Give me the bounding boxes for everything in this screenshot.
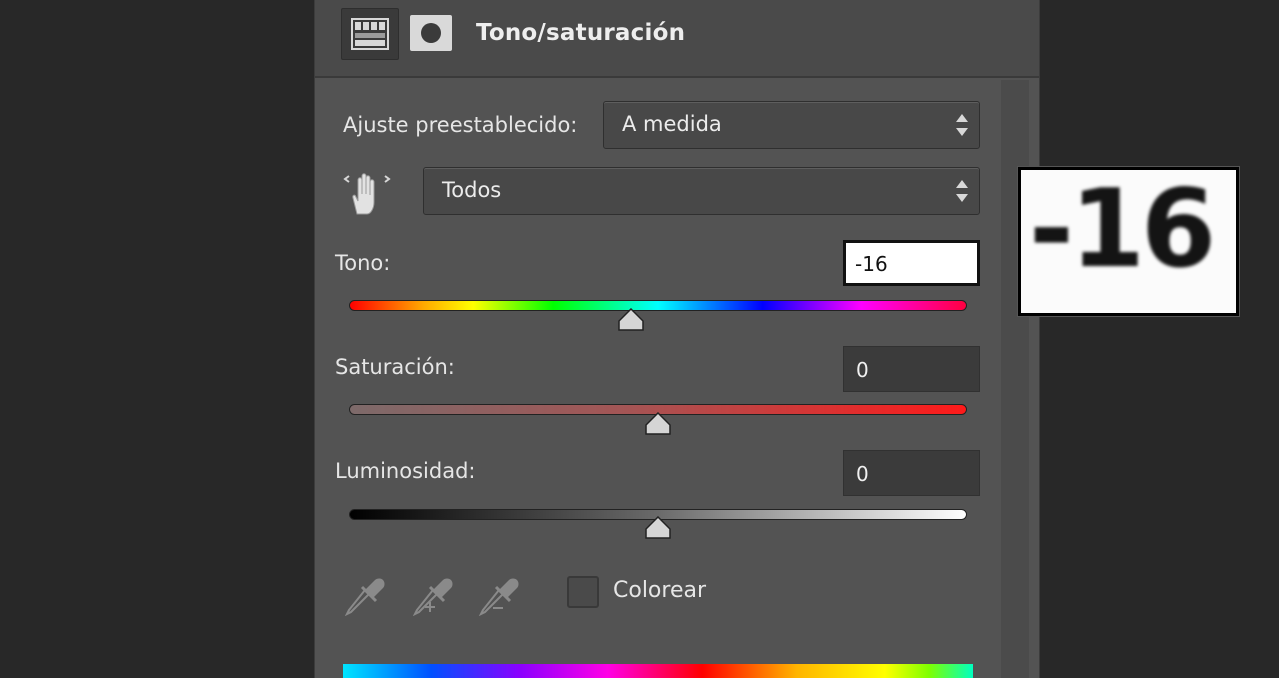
channel-select[interactable]: Todos bbox=[423, 167, 980, 215]
eyedropper-icon[interactable] bbox=[343, 570, 387, 616]
color-range-bar bbox=[343, 664, 973, 678]
layer-mask-icon[interactable] bbox=[409, 14, 453, 52]
hue-slider-track[interactable] bbox=[349, 300, 967, 311]
colorize-checkbox[interactable] bbox=[567, 576, 599, 608]
saturation-slider-thumb[interactable] bbox=[644, 412, 672, 436]
panel-title: Tono/saturación bbox=[476, 20, 686, 46]
zoomed-value-text: -16 bbox=[1029, 167, 1216, 292]
eyedropper-add-icon[interactable] bbox=[411, 570, 455, 616]
select-arrows-icon bbox=[956, 114, 968, 136]
select-arrows-icon bbox=[956, 180, 968, 202]
zoomed-value-callout: -16 bbox=[1017, 166, 1240, 317]
lightness-label: Luminosidad: bbox=[335, 459, 476, 483]
saturation-label: Saturación: bbox=[335, 355, 455, 379]
hue-input[interactable]: -16 bbox=[843, 240, 980, 286]
hue-label: Tono: bbox=[335, 251, 391, 275]
hue-slider-thumb[interactable] bbox=[617, 308, 645, 332]
colorize-label[interactable]: Colorear bbox=[613, 578, 706, 603]
saturation-input[interactable]: 0 bbox=[843, 346, 980, 392]
adjustment-layer-icon[interactable] bbox=[341, 8, 399, 60]
targeted-adjustment-hand-icon[interactable] bbox=[343, 168, 391, 218]
preset-value: A medida bbox=[622, 112, 722, 136]
channel-value: Todos bbox=[442, 178, 502, 202]
lightness-slider-thumb[interactable] bbox=[644, 516, 672, 540]
hue-saturation-panel: Tono/saturación Ajuste preestablecido: A… bbox=[314, 0, 1040, 678]
preset-select[interactable]: A medida bbox=[603, 101, 980, 149]
lightness-input[interactable]: 0 bbox=[843, 450, 980, 496]
preset-label: Ajuste preestablecido: bbox=[343, 113, 578, 137]
panel-header: Tono/saturación bbox=[315, 0, 1039, 78]
eyedropper-subtract-icon[interactable] bbox=[477, 570, 521, 616]
